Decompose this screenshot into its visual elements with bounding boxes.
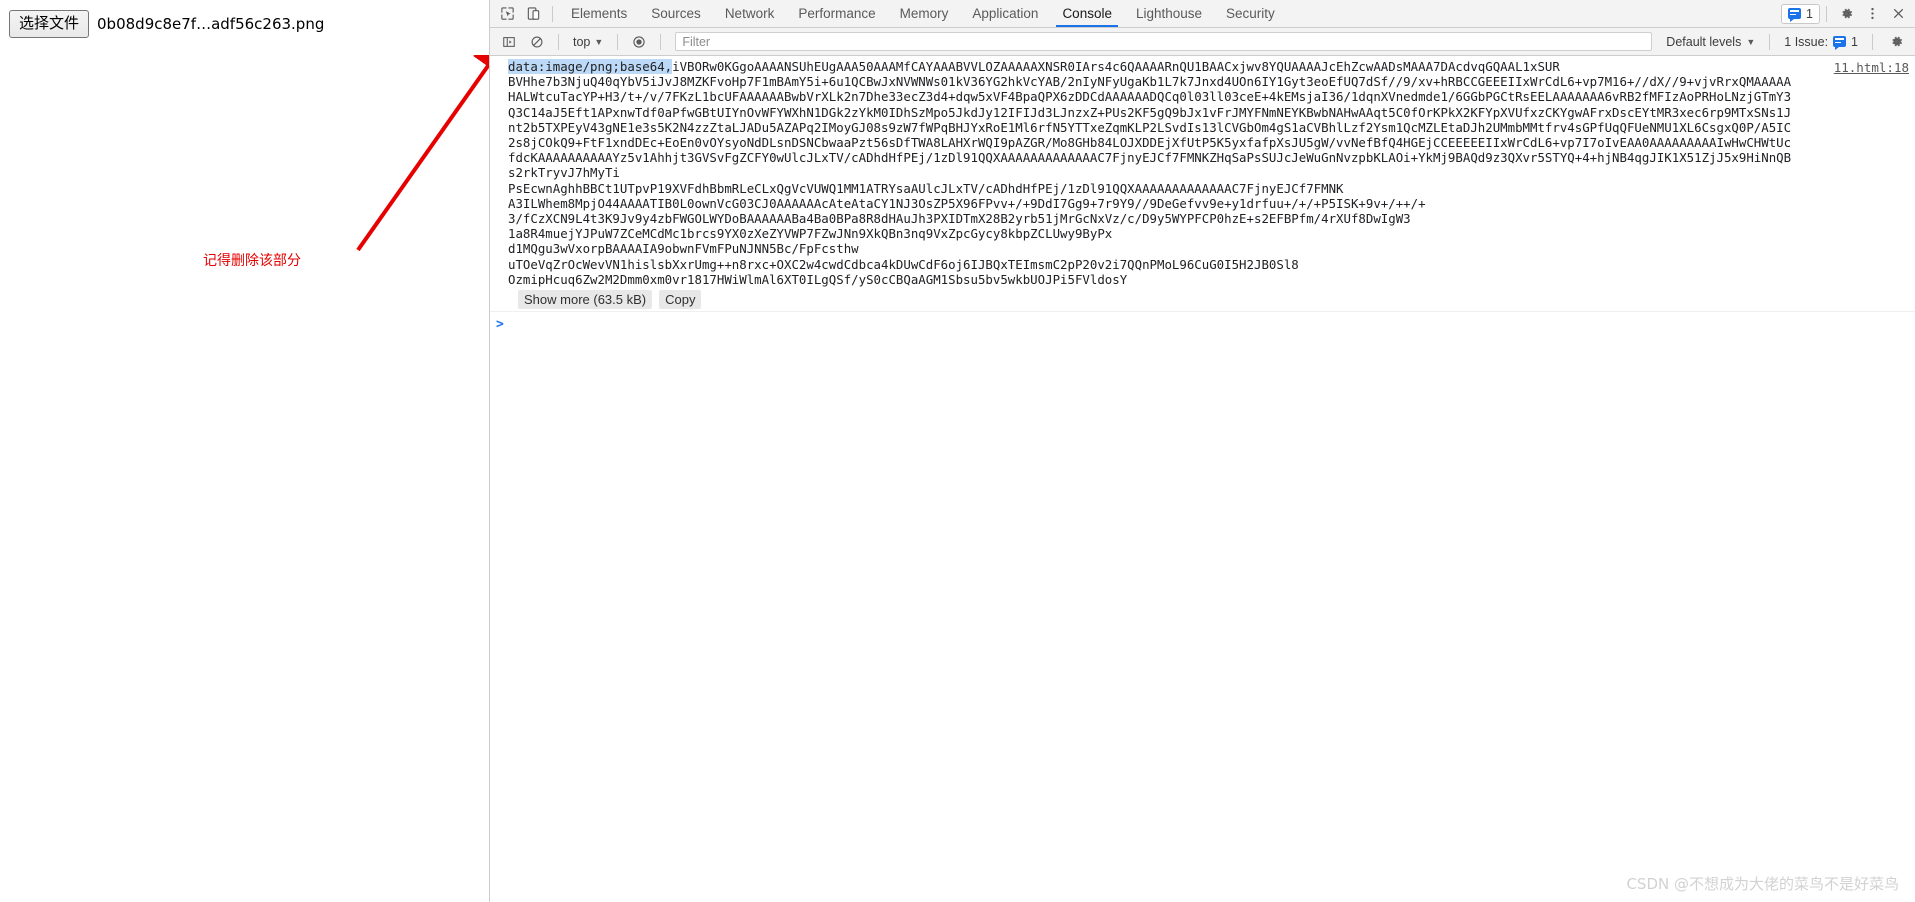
screenshot-root: 选择文件 0b08d9c8e7f…adf56c263.png 记得删除该部分 E… [0,0,1915,902]
message-bubble-icon [1788,8,1802,22]
clear-console-icon[interactable] [524,30,550,54]
console-toolbar-divider-4 [1769,33,1771,50]
console-message-source-link[interactable]: 11.html:18 [1834,60,1909,75]
inspect-element-icon[interactable] [494,2,520,26]
execution-context-select[interactable]: top ▼ [567,32,609,52]
console-prompt-row[interactable]: > [490,312,1915,338]
console-toolbar: top ▼ Default levels ▼ 1 Issue: 1 [490,28,1915,56]
close-icon[interactable] [1885,2,1911,26]
tab-application[interactable]: Application [960,0,1050,27]
devtools-tab-list: Elements Sources Network Performance Mem… [559,0,1287,27]
console-toolbar-divider-3 [660,33,662,50]
console-prompt-caret-icon: > [496,317,504,333]
console-message-actions: Show more (63.5 kB) Copy [508,290,1909,310]
annotation-note-text: 记得删除该部分 [203,253,301,269]
tab-sources[interactable]: Sources [639,0,713,27]
console-toolbar-divider [558,33,559,50]
console-prompt-input[interactable] [511,317,1909,335]
issues-counter-count: 1 [1851,34,1858,49]
console-message-row[interactable]: 11.html:18 data:image/png;base64,iVBORw0… [490,56,1915,313]
devtools-panel: Elements Sources Network Performance Mem… [489,0,1915,902]
console-settings-gear-icon[interactable] [1883,30,1909,54]
web-page-pane: 选择文件 0b08d9c8e7f…adf56c263.png 记得删除该部分 [0,0,489,902]
tab-performance[interactable]: Performance [786,0,887,27]
log-levels-value: Default levels [1666,34,1742,49]
toolbar-divider [552,5,553,22]
selected-file-name: 0b08d9c8e7f…adf56c263.png [97,15,325,33]
execution-context-value: top [573,34,591,49]
filter-input[interactable] [675,32,1653,51]
base64-payload: iVBORw0KGgoAAAANSUhEUgAAA50AAAMfCAYAAABV… [508,59,1792,287]
tab-security[interactable]: Security [1214,0,1287,27]
copy-button[interactable]: Copy [659,290,702,310]
message-bubble-icon-small [1833,36,1847,50]
log-levels-select[interactable]: Default levels ▼ [1660,32,1761,52]
tab-network[interactable]: Network [713,0,787,27]
show-more-button[interactable]: Show more (63.5 kB) [518,290,653,310]
tab-lighthouse[interactable]: Lighthouse [1124,0,1214,27]
console-message-text: data:image/png;base64,iVBORw0KGgoAAAANSU… [508,59,1909,287]
issues-badge-count: 1 [1806,6,1813,21]
tab-memory[interactable]: Memory [888,0,961,27]
tab-elements[interactable]: Elements [559,0,639,27]
issues-badge-button[interactable]: 1 [1781,3,1820,24]
console-sidebar-icon[interactable] [496,30,522,54]
chevron-down-icon: ▼ [594,36,604,47]
devtools-tabbar: Elements Sources Network Performance Mem… [490,0,1915,28]
console-toolbar-divider-2 [617,33,619,50]
console-output[interactable]: 11.html:18 data:image/png;base64,iVBORw0… [490,56,1915,902]
console-toolbar-divider-5 [1872,33,1873,50]
gear-icon[interactable] [1833,2,1859,26]
kebab-menu-icon[interactable] [1859,2,1885,26]
toolbar-divider-2 [1826,5,1827,22]
tab-console[interactable]: Console [1050,0,1124,27]
red-arrow-annotation [356,55,489,252]
device-toolbar-icon[interactable] [520,2,546,26]
file-input-row: 选择文件 0b08d9c8e7f…adf56c263.png [9,10,324,38]
issues-counter-label: 1 Issue: [1784,34,1829,49]
choose-file-button[interactable]: 选择文件 [9,10,90,38]
data-uri-prefix-selected: data:image/png;base64, [508,59,673,74]
live-expression-icon[interactable] [626,30,652,54]
issues-counter-button[interactable]: 1 Issue: 1 [1778,32,1864,52]
chevron-down-icon-levels: ▼ [1746,36,1756,47]
